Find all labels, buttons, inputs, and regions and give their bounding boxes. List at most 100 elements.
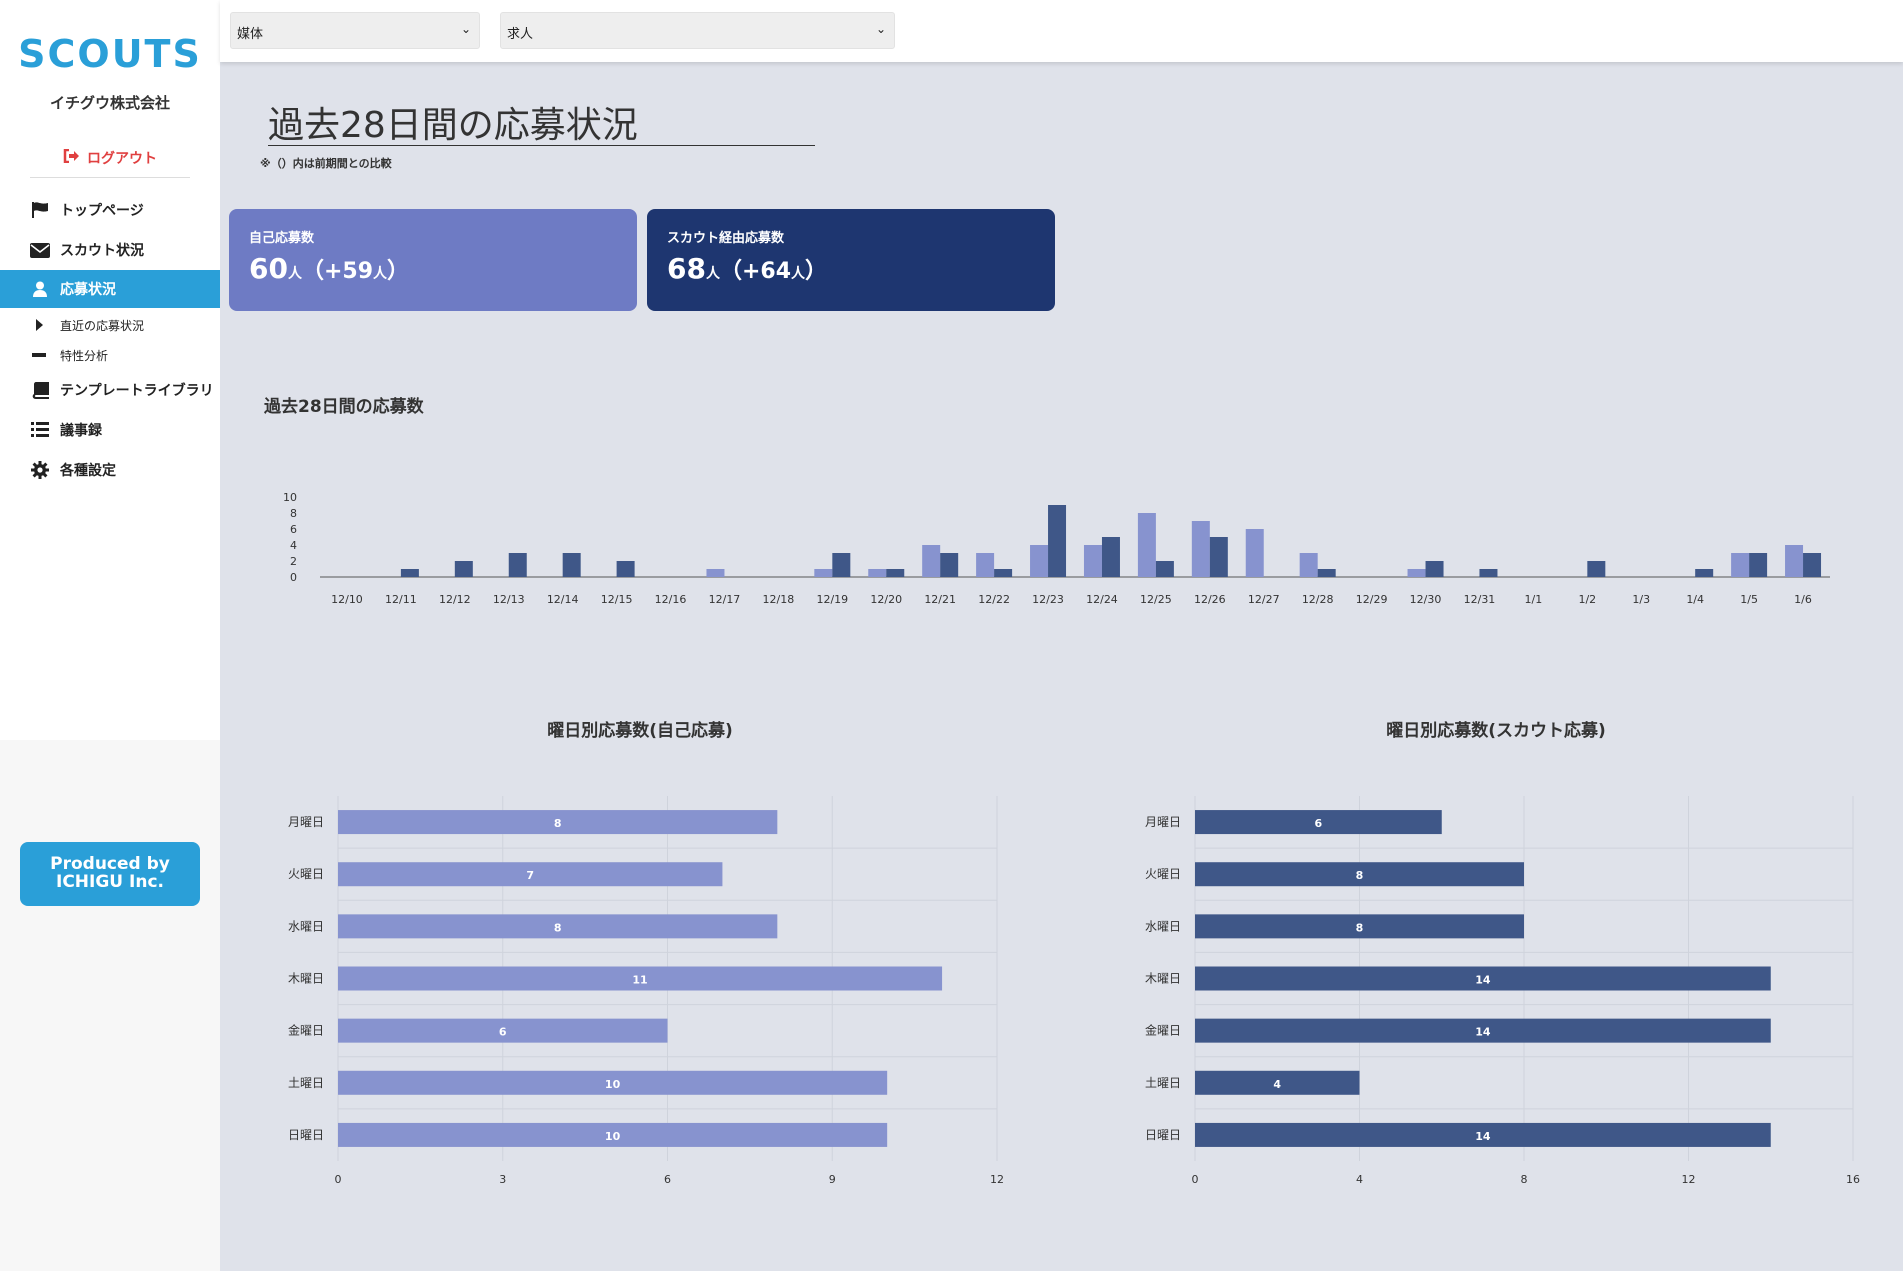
card-unit: 人 (287, 266, 302, 282)
y-tick-label: 火曜日 (1145, 867, 1181, 881)
x-tick-label: 12/19 (816, 593, 848, 606)
sidebar-item-top[interactable]: トップページ (0, 191, 220, 229)
self-bar (1030, 545, 1049, 577)
x-tick-label: 12/27 (1248, 593, 1280, 606)
y-tick-label: 2 (290, 555, 297, 568)
x-tick-label: 12/14 (547, 593, 579, 606)
book-icon (28, 381, 52, 399)
weekday-bar (1195, 914, 1524, 939)
produced-by-badge[interactable]: Produced by ICHIGU Inc. (20, 842, 200, 906)
sidebar-item-settings[interactable]: 各種設定 (0, 451, 220, 489)
y-tick-label: 月曜日 (1145, 815, 1181, 829)
app-logo[interactable]: SCOUTS (10, 32, 210, 76)
scout-bar (1749, 553, 1768, 577)
comparison-note: ※（）内は前期間との比較 (260, 157, 392, 170)
envelope-icon (28, 242, 52, 258)
bar-value-label: 7 (526, 869, 534, 882)
self-weekday-chart-title: 曜日別応募数(自己応募) (547, 721, 733, 741)
x-tick-label: 8 (1521, 1173, 1528, 1186)
bar-value-label: 10 (605, 1078, 621, 1091)
card-diff-close: ） (387, 259, 410, 284)
bar-value-label: 10 (605, 1130, 621, 1143)
scout-bar (562, 553, 581, 577)
scout-bar (1587, 561, 1606, 577)
logout-button[interactable]: ログアウト (30, 148, 190, 178)
scout-bar (1209, 537, 1228, 577)
scout-bar (1048, 505, 1067, 577)
bar-value-label: 6 (499, 1026, 507, 1039)
self-bar (814, 569, 833, 577)
weekday-bar (338, 1070, 888, 1095)
y-tick-label: 木曜日 (1145, 972, 1181, 986)
sidebar-item-templates[interactable]: テンプレートライブラリ (0, 371, 220, 409)
self-bar (922, 545, 941, 577)
sidebar: SCOUTS イチグウ株式会社 ログアウト トップページ スカウト状況 応募状況… (0, 0, 220, 1271)
x-tick-label: 12/26 (1194, 593, 1226, 606)
self-bar (868, 569, 887, 577)
x-tick-label: 12/11 (385, 593, 417, 606)
bar-value-label: 8 (554, 921, 562, 934)
scout-bar (1155, 561, 1174, 577)
card-count: 68 (667, 252, 706, 285)
card-unit: 人 (705, 266, 720, 282)
x-tick-label: 0 (335, 1173, 342, 1186)
y-tick-label: 10 (283, 491, 297, 504)
y-tick-label: 水曜日 (1145, 919, 1181, 933)
y-tick-label: 土曜日 (288, 1076, 324, 1090)
x-tick-label: 6 (664, 1173, 671, 1186)
media-select[interactable]: 媒体 ⌄ (230, 12, 480, 49)
bar-value-label: 14 (1475, 1026, 1491, 1039)
x-tick-label: 9 (829, 1173, 836, 1186)
scout-bar (1803, 553, 1822, 577)
scout-bar (886, 569, 905, 577)
scout-bar (1479, 569, 1498, 577)
sidebar-subitem-analysis[interactable]: 特性分析 (0, 342, 220, 368)
sidebar-subitem-label: 直近の応募状況 (60, 318, 145, 333)
sidebar-subitem-recent[interactable]: 直近の応募状況 (0, 312, 220, 338)
daily-applications-chart: 0 2 4 6 8 10 12/10 12/11 12/12 12/13 12/14 12/15 12/… (283, 491, 1860, 1186)
weekday-bar (338, 914, 778, 939)
scout-bar (508, 553, 527, 577)
x-tick-label: 12/25 (1140, 593, 1172, 606)
card-diff-unit: 人 (791, 266, 806, 282)
y-tick-label: 4 (290, 539, 297, 552)
x-tick-label: 12/29 (1356, 593, 1388, 606)
x-tick-label: 4 (1356, 1173, 1363, 1186)
sidebar-panel: SCOUTS イチグウ株式会社 ログアウト トップページ スカウト状況 応募状況… (0, 0, 220, 740)
x-tick-label: 12/17 (709, 593, 741, 606)
weekday-bar (338, 862, 723, 887)
bar-value-label: 8 (1356, 869, 1364, 882)
scout-bar (1695, 569, 1714, 577)
scout-bar (832, 553, 851, 577)
gear-icon (28, 461, 52, 479)
bar-value-label: 8 (554, 817, 562, 830)
sidebar-subitem-label: 特性分析 (60, 348, 109, 363)
scout-bar (616, 561, 635, 577)
sidebar-item-scout[interactable]: スカウト状況 (0, 231, 220, 269)
sidebar-item-label: スカウト状況 (60, 243, 144, 259)
sidebar-item-label: 各種設定 (60, 463, 116, 479)
sidebar-item-minutes[interactable]: 議事録 (0, 411, 220, 449)
self-bar (1137, 513, 1156, 577)
sign-out-icon (63, 148, 79, 167)
sidebar-item-applications[interactable]: 応募状況 (0, 270, 220, 308)
card-diff: （+64 (719, 259, 792, 284)
top-bar: 媒体 ⌄ 求人 ⌄ (220, 0, 1903, 62)
caret-right-icon (32, 319, 46, 331)
self-bar (1785, 545, 1804, 577)
x-tick-label: 12 (1682, 1173, 1696, 1186)
bar-value-label: 14 (1475, 974, 1491, 987)
bar-value-label: 11 (632, 974, 647, 987)
weekday-bar (1195, 966, 1771, 991)
weekday-bar (338, 966, 943, 991)
weekday-bar (338, 810, 778, 835)
sidebar-item-label: トップページ (60, 203, 144, 219)
media-select-value: 媒体 (237, 27, 264, 42)
user-icon (28, 281, 52, 297)
x-tick-label: 3 (499, 1173, 506, 1186)
x-tick-label: 12/28 (1302, 593, 1334, 606)
scout-bar (1425, 561, 1444, 577)
sidebar-item-label: テンプレートライブラリ (60, 383, 214, 399)
x-tick-label: 12/30 (1410, 593, 1442, 606)
job-select[interactable]: 求人 ⌄ (500, 12, 895, 49)
